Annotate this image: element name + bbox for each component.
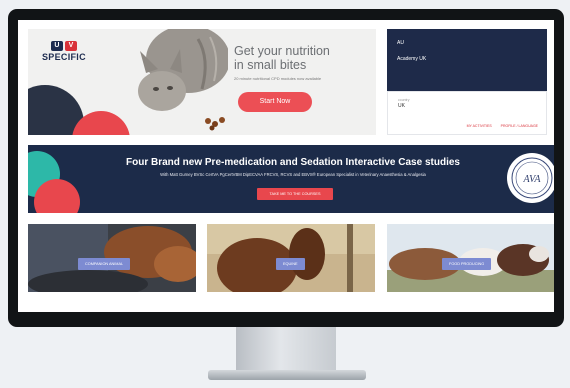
food-producing-button[interactable]: FOOD PRODUCING xyxy=(442,258,492,270)
account-header: AU Academy UK xyxy=(387,29,547,91)
start-now-button[interactable]: Start Now xyxy=(238,92,312,112)
promo-title: Four Brand new Pre-medication and Sedati… xyxy=(126,157,460,168)
organization-name: Academy UK xyxy=(397,56,427,62)
promo-banner: Four Brand new Pre-medication and Sedati… xyxy=(28,145,554,213)
hero-copy: Get your nutrition in small bites 20 min… xyxy=(234,44,370,81)
category-tile-food-producing[interactable]: FOOD PRODUCING xyxy=(387,224,554,292)
hero-title-line2: in small bites xyxy=(234,58,307,72)
monitor-stand-neck xyxy=(236,327,336,373)
ava-seal-logo: AVA xyxy=(507,153,554,203)
website-screen: U V SPECIFIC Get your nutrition in small… xyxy=(18,20,554,312)
brand-logo: U V SPECIFIC xyxy=(42,41,86,62)
companion-animal-button[interactable]: COMPANION ANIMAL xyxy=(78,258,131,270)
cat-eating-image xyxy=(138,29,228,131)
take-me-to-courses-button[interactable]: TAKE ME TO THE COURSES xyxy=(257,188,333,200)
account-panel: AU Academy UK country UK MY ACTIVITIES P… xyxy=(387,29,547,135)
hero-banner[interactable]: U V SPECIFIC Get your nutrition in small… xyxy=(28,29,376,135)
brand-mark-v: V xyxy=(64,41,77,51)
region-code: AU xyxy=(397,40,404,46)
my-activities-link[interactable]: MY ACTIVITIES xyxy=(467,124,492,128)
monitor-stand-base xyxy=(208,370,366,380)
promo-swoosh-coral xyxy=(34,179,80,213)
country-value[interactable]: UK xyxy=(398,103,536,109)
country-label: country xyxy=(398,98,410,102)
account-details: country UK MY ACTIVITIES PROFILE / LANGU… xyxy=(387,91,547,135)
hero-subtitle: 20 minute nutritional CPD modules now av… xyxy=(234,76,322,81)
seal-text: AVA xyxy=(522,174,541,185)
equine-button[interactable]: EQUINE xyxy=(276,258,305,270)
profile-language-link[interactable]: PROFILE / LANGUAGE xyxy=(501,124,538,128)
hero-title-line1: Get your nutrition xyxy=(234,44,330,58)
category-tile-equine[interactable]: EQUINE xyxy=(207,224,375,292)
category-tile-companion[interactable]: COMPANION ANIMAL xyxy=(28,224,196,292)
promo-subtitle: With Matt Gurney BVSc CertVA PgCertVBM D… xyxy=(160,172,426,177)
brand-name: SPECIFIC xyxy=(42,52,86,62)
brand-mark-u: U xyxy=(50,41,63,51)
